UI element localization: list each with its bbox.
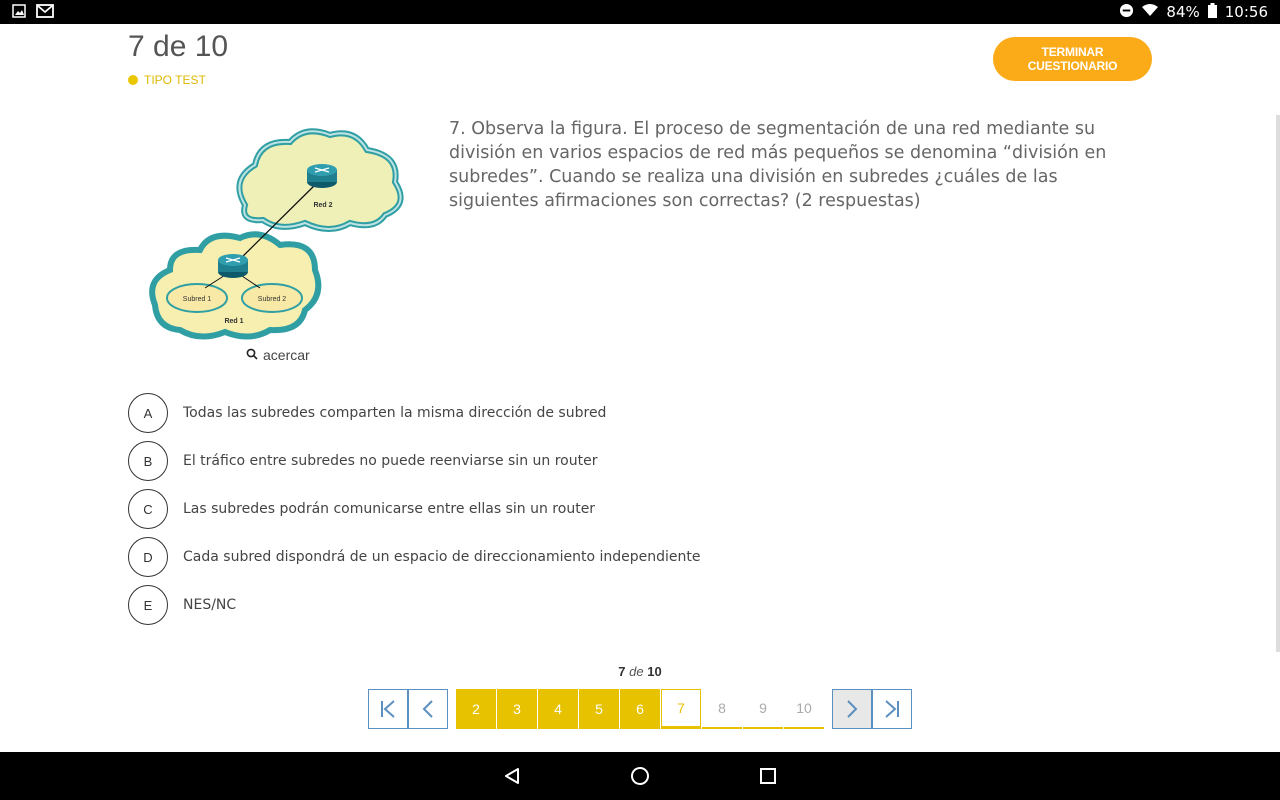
answer-text[interactable]: NES/NC	[183, 597, 236, 613]
answer-text[interactable]: El tráfico entre subredes no puede reenv…	[183, 453, 597, 469]
zoom-label: acercar	[263, 347, 310, 363]
page-button[interactable]: 6	[620, 689, 660, 729]
type-dot-icon	[128, 75, 138, 85]
gmail-icon	[36, 4, 54, 22]
question-text: 7. Observa la figura. El proceso de segm…	[449, 119, 1107, 211]
first-page-button[interactable]	[368, 689, 408, 729]
answer-letter[interactable]: E	[128, 585, 168, 625]
pager-first-prev	[368, 689, 448, 729]
battery-icon	[1207, 2, 1217, 22]
question-counter: 7 de 10	[128, 30, 229, 63]
pager-total: 10	[647, 664, 662, 679]
back-icon[interactable]	[500, 764, 524, 788]
answer-option-e[interactable]: E NES/NC	[128, 585, 701, 625]
finish-quiz-button[interactable]: TERMINAR CUESTIONARIO	[993, 37, 1152, 81]
prev-page-button[interactable]	[408, 689, 448, 729]
page-button[interactable]: 3	[497, 689, 537, 729]
zoom-link[interactable]: acercar	[246, 347, 310, 363]
scrollbar[interactable]	[1276, 115, 1280, 652]
quiz-type-label: TIPO TEST	[144, 73, 206, 87]
page-button[interactable]: 8	[702, 689, 742, 729]
network-figure[interactable]: Red 2 Subred 1 Subred 2 Red 1	[145, 120, 425, 345]
red1-label: Red 1	[224, 318, 243, 325]
answer-option-b[interactable]: B El tráfico entre subredes no puede ree…	[128, 441, 701, 481]
search-icon	[246, 347, 258, 363]
image-icon	[12, 4, 26, 22]
pager-next-last	[832, 689, 912, 729]
page-button[interactable]: 9	[743, 689, 783, 729]
pager-de: de	[629, 664, 644, 679]
answer-text[interactable]: Todas las subredes comparten la misma di…	[183, 405, 606, 421]
page-button[interactable]: 10	[784, 689, 824, 729]
pager-pages: 2 3 4 5 6 7 8 9 10	[456, 689, 825, 729]
pager-current: 7	[618, 664, 626, 679]
answer-option-c[interactable]: C Las subredes podrán comunicarse entre …	[128, 489, 701, 529]
answer-text[interactable]: Cada subred dispondrá de un espacio de d…	[183, 549, 701, 565]
last-page-button[interactable]	[872, 689, 912, 729]
home-icon[interactable]	[628, 764, 652, 788]
answer-option-a[interactable]: A Todas las subredes comparten la misma …	[128, 393, 701, 433]
answer-text[interactable]: Las subredes podrán comunicarse entre el…	[183, 501, 595, 517]
subnet1-label: Subred 1	[183, 296, 212, 303]
page-button[interactable]: 2	[456, 689, 496, 729]
page-button-current[interactable]: 7	[661, 689, 701, 729]
answer-letter[interactable]: A	[128, 393, 168, 433]
answer-option-d[interactable]: D Cada subred dispondrá de un espacio de…	[128, 537, 701, 577]
subnet2-label: Subred 2	[258, 296, 287, 303]
answer-letter[interactable]: B	[128, 441, 168, 481]
next-page-button[interactable]	[832, 689, 872, 729]
quiz-type: TIPO TEST	[128, 73, 206, 87]
battery-percent: 84%	[1166, 3, 1200, 21]
android-nav-bar	[0, 752, 1280, 800]
red2-label: Red 2	[313, 202, 332, 209]
page-button[interactable]: 5	[579, 689, 619, 729]
answer-letter[interactable]: D	[128, 537, 168, 577]
answer-list: A Todas las subredes comparten la misma …	[128, 393, 701, 633]
router-icon	[218, 254, 248, 278]
page-button[interactable]: 4	[538, 689, 578, 729]
answer-letter[interactable]: C	[128, 489, 168, 529]
recents-icon[interactable]	[756, 764, 780, 788]
clock: 10:56	[1224, 3, 1268, 21]
router-icon	[307, 164, 337, 188]
status-bar: 84% 10:56	[0, 0, 1280, 24]
wifi-icon	[1142, 3, 1159, 21]
dnd-icon	[1119, 3, 1134, 22]
pager-label: 7 de 10	[0, 664, 1280, 679]
